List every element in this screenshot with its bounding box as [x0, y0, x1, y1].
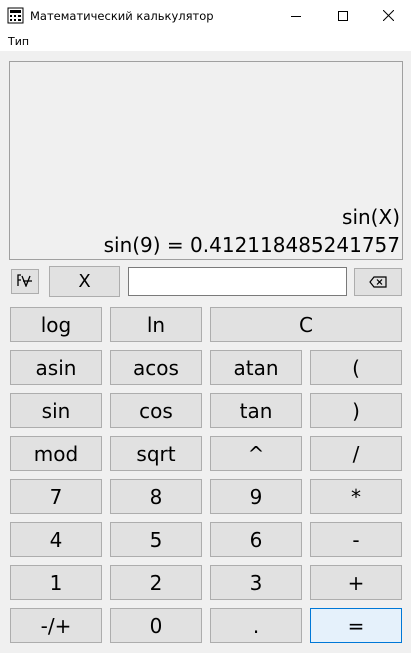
key-7[interactable]: 7 [10, 479, 102, 514]
maximize-button[interactable] [320, 0, 366, 31]
key-decimal[interactable]: . [210, 608, 302, 643]
x-variable-button[interactable]: X [49, 266, 120, 297]
window-title: Математический калькулятор [30, 9, 214, 23]
key-negate[interactable]: -/+ [10, 608, 102, 643]
key-sqrt[interactable]: sqrt [110, 436, 202, 471]
menu-type[interactable]: Тип [8, 35, 29, 48]
key-2[interactable]: 2 [110, 565, 202, 600]
result-text: sin(9) = 0.412118485241757 [103, 233, 400, 257]
key-add[interactable]: + [310, 565, 402, 600]
key-ln[interactable]: ln [110, 307, 202, 342]
expression-text: sin(X) [342, 205, 400, 229]
key-1[interactable]: 1 [10, 565, 102, 600]
key-cos[interactable]: cos [110, 393, 202, 428]
key-mod[interactable]: mod [10, 436, 102, 471]
key-equals[interactable]: = [310, 608, 402, 643]
minimize-button[interactable] [273, 0, 319, 31]
key-9[interactable]: 9 [210, 479, 302, 514]
x-value-input[interactable] [128, 267, 347, 296]
key-acos[interactable]: acos [110, 350, 202, 385]
key-tan[interactable]: tan [210, 393, 302, 428]
key-atan[interactable]: atan [210, 350, 302, 385]
key-3[interactable]: 3 [210, 565, 302, 600]
function-graph-button[interactable] [11, 269, 39, 294]
key-close-paren[interactable]: ) [310, 393, 402, 428]
calculator-app-icon [7, 7, 24, 24]
key-0[interactable]: 0 [110, 608, 202, 643]
key-power[interactable]: ^ [210, 436, 302, 471]
key-sin[interactable]: sin [10, 393, 102, 428]
key-log[interactable]: log [10, 307, 102, 342]
key-5[interactable]: 5 [110, 522, 202, 557]
key-divide[interactable]: / [310, 436, 402, 471]
key-asin[interactable]: asin [10, 350, 102, 385]
key-multiply[interactable]: * [310, 479, 402, 514]
backspace-icon [369, 273, 387, 292]
title-bar: Математический калькулятор [0, 0, 411, 31]
key-6[interactable]: 6 [210, 522, 302, 557]
maximize-icon [338, 10, 348, 21]
calculator-window: Математический калькулятор Тип sin(X) si… [0, 0, 411, 653]
key-subtract[interactable]: - [310, 522, 402, 557]
minimize-icon [291, 11, 301, 21]
key-open-paren[interactable]: ( [310, 350, 402, 385]
key-4[interactable]: 4 [10, 522, 102, 557]
key-8[interactable]: 8 [110, 479, 202, 514]
close-button[interactable] [365, 0, 411, 31]
menu-bar: Тип [0, 31, 411, 51]
output-display: sin(X) sin(9) = 0.412118485241757 [9, 61, 403, 260]
key-clear[interactable]: C [210, 307, 402, 342]
function-graph-icon [16, 272, 34, 291]
backspace-button[interactable] [354, 268, 402, 296]
close-icon [382, 10, 394, 21]
